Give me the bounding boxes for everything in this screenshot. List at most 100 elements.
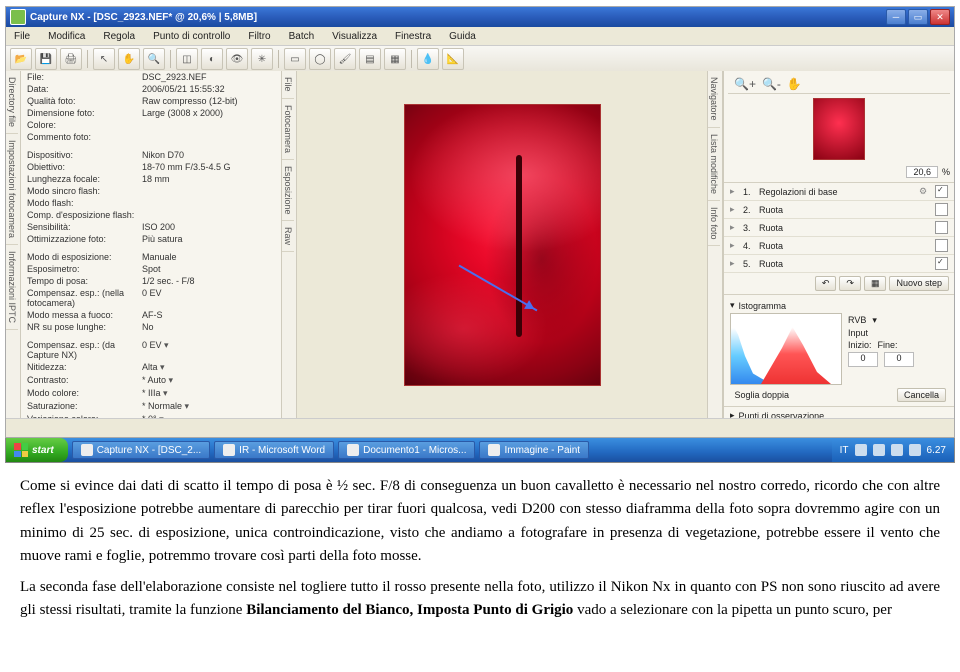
chevron-down-icon[interactable]: ▾ <box>872 315 877 326</box>
hist-cancel-button[interactable]: Cancella <box>897 388 946 402</box>
dropdown-icon[interactable]: ▾ <box>185 401 190 411</box>
task-word2[interactable]: Documento1 - Micros... <box>338 441 475 459</box>
meta-key: Esposimetro: <box>27 264 142 274</box>
tab-editlist[interactable]: Lista modifiche <box>708 128 720 201</box>
zoom-in-icon[interactable]: 🔍+ <box>734 77 756 91</box>
editlist-icon-a[interactable]: ↶ <box>815 276 837 291</box>
chevron-down-icon[interactable]: ▾ <box>730 300 735 311</box>
hand-icon[interactable]: ✋ <box>787 77 802 91</box>
task-paint[interactable]: Immagine - Paint <box>479 441 589 459</box>
tool-zoom-icon[interactable]: 🔍 <box>143 48 165 70</box>
gear-icon[interactable]: ⚙ <box>919 186 931 197</box>
histogram-title: Istogramma <box>739 301 787 311</box>
maximize-button[interactable]: ▭ <box>908 9 928 25</box>
zoom-value[interactable]: 20,6 <box>906 166 938 178</box>
tool-gradient-icon[interactable]: ▤ <box>359 48 381 70</box>
tool-bw-icon[interactable]: ◐ <box>201 48 223 70</box>
tab-directory[interactable]: Directory file <box>6 71 18 134</box>
tool-eyedrop-icon[interactable]: 💧 <box>417 48 439 70</box>
menu-edit[interactable]: Modifica <box>44 30 89 43</box>
dropdown-icon[interactable]: ▾ <box>163 388 168 398</box>
tool-open-icon[interactable]: 📂 <box>10 48 32 70</box>
step-checkbox[interactable] <box>935 257 948 270</box>
tray-icon[interactable] <box>873 444 885 456</box>
dropdown-icon[interactable]: ▾ <box>164 340 169 350</box>
annotation-arrow <box>459 265 538 312</box>
meta-key: Compensaz. esp.: (da Capture NX) <box>27 340 142 360</box>
tray-icon[interactable] <box>909 444 921 456</box>
tool-print-icon[interactable]: 🖨 <box>60 48 82 70</box>
editlist-icon-c[interactable]: ▦ <box>864 276 887 291</box>
meta-value: AF-S <box>142 310 275 320</box>
hist-inizio-value[interactable]: 0 <box>848 352 878 367</box>
menu-adjust[interactable]: Regola <box>99 30 139 43</box>
tool-crop-icon[interactable]: ◫ <box>176 48 198 70</box>
metadata-row: Contrasto:* Auto ▾ <box>21 374 281 387</box>
tab-raw[interactable]: Raw <box>282 221 294 252</box>
chevron-right-icon: ▸ <box>730 186 739 197</box>
tool-fill-icon[interactable]: ▦ <box>384 48 406 70</box>
editlist-icon-b[interactable]: ↷ <box>839 276 861 291</box>
minimize-button[interactable]: ─ <box>886 9 906 25</box>
tab-camera-settings[interactable]: Impostazioni fotocamera <box>6 134 18 245</box>
metadata-row: Compensaz. esp.: (nella fotocamera)0 EV <box>21 287 281 309</box>
tab-infofoto[interactable]: Info foto <box>708 201 720 247</box>
meta-value: Raw compresso (12-bit) <box>142 96 275 106</box>
tool-lasso-icon[interactable]: ◯ <box>309 48 331 70</box>
menu-batch[interactable]: Batch <box>285 30 319 43</box>
menu-file[interactable]: File <box>10 30 34 43</box>
metadata-row: Modo di esposizione:Manuale <box>21 251 281 263</box>
tool-save-icon[interactable]: 💾 <box>35 48 57 70</box>
meta-key: Compensaz. esp.: (nella fotocamera) <box>27 288 142 308</box>
step-checkbox[interactable] <box>935 185 948 198</box>
edit-step-row[interactable]: ▸2.Ruota <box>724 201 954 219</box>
meta-key: NR su pose lunghe: <box>27 322 142 332</box>
image-canvas[interactable] <box>297 71 707 419</box>
task-word[interactable]: IR - Microsoft Word <box>214 441 334 459</box>
task-capturenx[interactable]: Capture NX - [DSC_2... <box>72 441 210 459</box>
navigator-thumb[interactable] <box>813 98 865 160</box>
tray-icon[interactable] <box>891 444 903 456</box>
step-checkbox[interactable] <box>935 239 948 252</box>
tool-hand-icon[interactable]: ✋ <box>118 48 140 70</box>
dropdown-icon[interactable]: ▾ <box>169 375 174 385</box>
step-checkbox[interactable] <box>935 203 948 216</box>
menu-controlpoint[interactable]: Punto di controllo <box>149 30 234 43</box>
tray-icon[interactable] <box>855 444 867 456</box>
dropdown-icon[interactable]: ▾ <box>160 362 165 372</box>
lang-indicator[interactable]: IT <box>840 445 849 456</box>
close-button[interactable]: ✕ <box>930 9 950 25</box>
start-button[interactable]: start <box>6 438 68 462</box>
tab-exposure[interactable]: Esposizione <box>282 160 294 222</box>
tool-rect-icon[interactable]: ▭ <box>284 48 306 70</box>
tool-auto-icon[interactable]: ✳ <box>251 48 273 70</box>
tool-measure-icon[interactable]: 📐 <box>442 48 464 70</box>
step-checkbox[interactable] <box>935 221 948 234</box>
tool-brush-icon[interactable]: 🖌 <box>334 48 356 70</box>
meta-value: * Normale ▾ <box>142 401 275 412</box>
edit-step-row[interactable]: ▸4.Ruota <box>724 237 954 255</box>
windows-logo-icon <box>14 443 28 457</box>
meta-key: Colore: <box>27 120 142 130</box>
edit-step-row[interactable]: ▸3.Ruota <box>724 219 954 237</box>
zoom-out-icon[interactable]: 🔍- <box>762 77 781 91</box>
tab-file[interactable]: File <box>282 71 294 99</box>
tab-navigator[interactable]: Navigatore <box>708 71 720 128</box>
tool-pointer-icon[interactable]: ↖ <box>93 48 115 70</box>
new-step-button[interactable]: Nuovo step <box>889 276 949 291</box>
hist-fine-value[interactable]: 0 <box>884 352 914 367</box>
menu-window[interactable]: Finestra <box>391 30 435 43</box>
metadata-row: Qualità foto:Raw compresso (12-bit) <box>21 95 281 107</box>
clock[interactable]: 6.27 <box>927 445 946 456</box>
tab-camera[interactable]: Fotocamera <box>282 99 294 160</box>
metadata-row: Modo sincro flash: <box>21 185 281 197</box>
edit-step-row[interactable]: ▸5.Ruota <box>724 255 954 273</box>
edit-step-row[interactable]: ▸1.Regolazioni di base⚙ <box>724 183 954 201</box>
menu-view[interactable]: Visualizza <box>328 30 381 43</box>
meta-key: Tempo di posa: <box>27 276 142 286</box>
tab-iptc[interactable]: Informazioni IPTC <box>6 245 18 330</box>
task-label: Documento1 - Micros... <box>363 445 466 456</box>
tool-redeye-icon[interactable]: 👁 <box>226 48 248 70</box>
menu-help[interactable]: Guida <box>445 30 480 43</box>
menu-filter[interactable]: Filtro <box>244 30 274 43</box>
